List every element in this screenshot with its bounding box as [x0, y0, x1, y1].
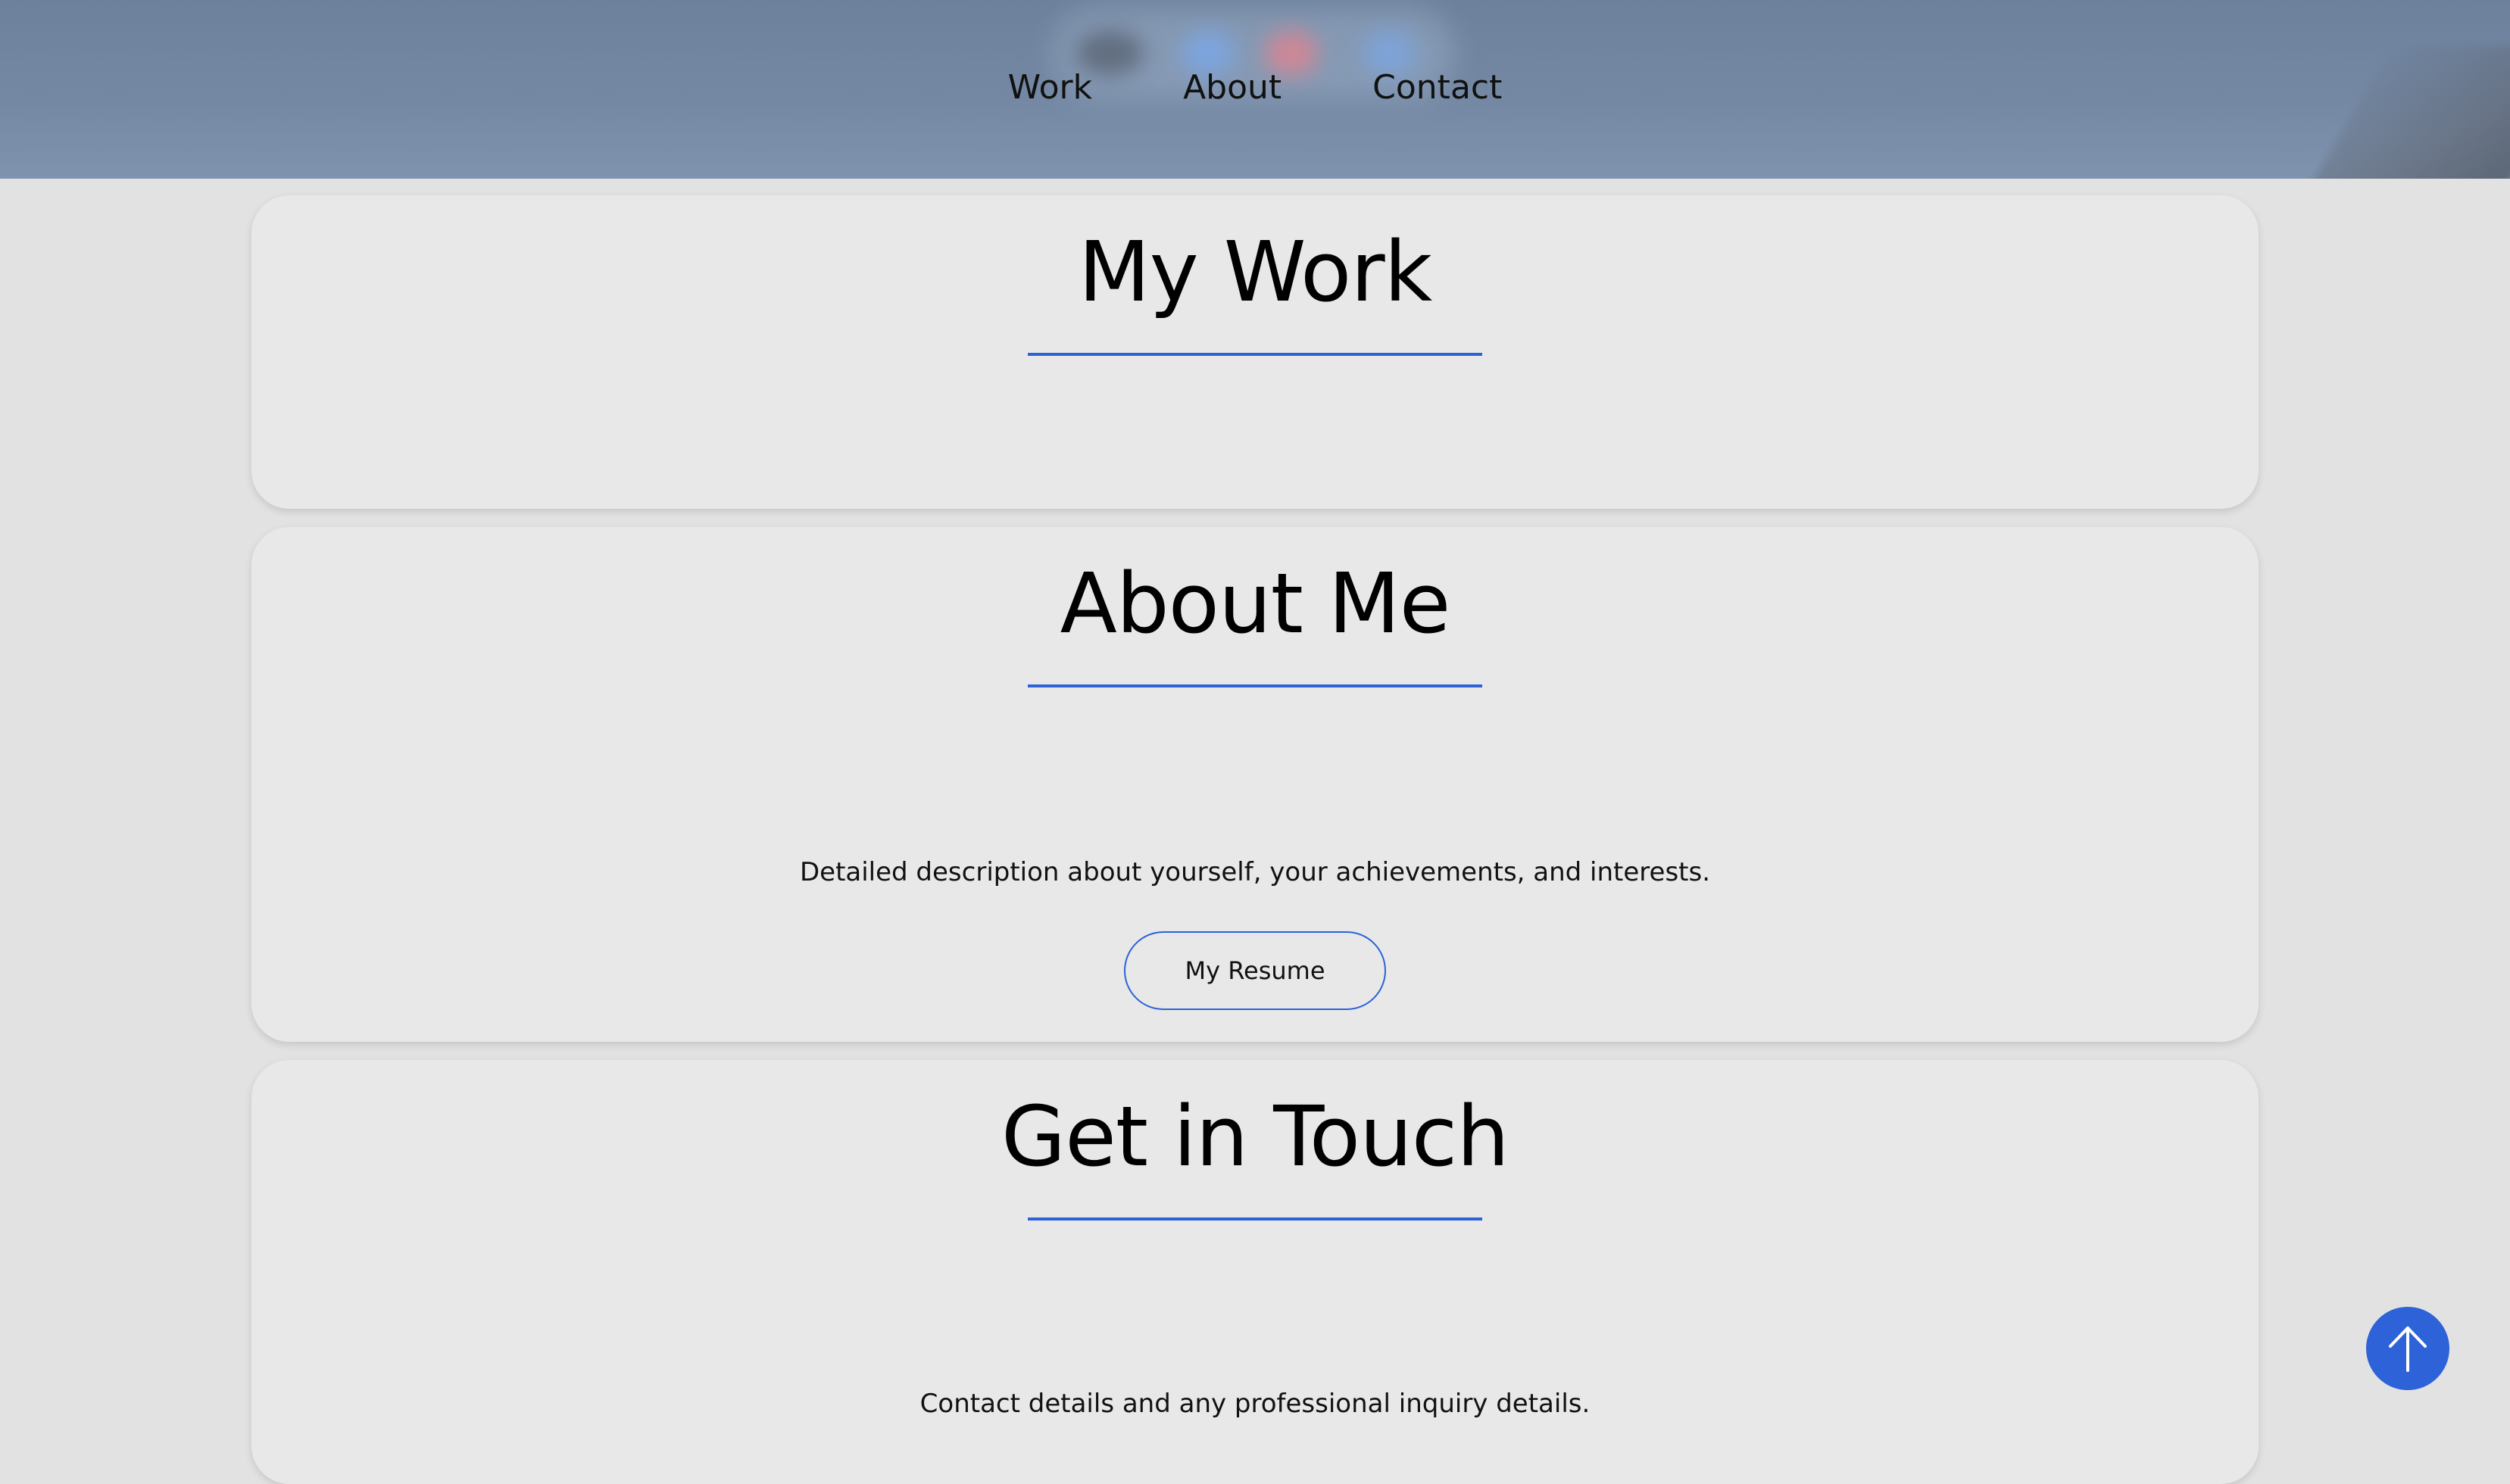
- work-section-title: My Work: [1078, 223, 1433, 320]
- contact-title-underline: [1028, 1217, 1482, 1221]
- site-header: Work About Contact: [0, 0, 2510, 179]
- nav-link-contact[interactable]: Contact: [1372, 65, 1502, 111]
- work-section: My Work: [251, 195, 2259, 509]
- main-nav: Work About Contact: [0, 65, 2510, 111]
- about-title-underline: [1028, 684, 1482, 687]
- nav-link-about[interactable]: About: [1183, 65, 1282, 111]
- back-to-top-button[interactable]: [2366, 1307, 2449, 1390]
- nav-link-work[interactable]: Work: [1008, 65, 1092, 111]
- work-title-underline: [1028, 353, 1482, 356]
- contact-section: Get in Touch Contact details and any pro…: [251, 1060, 2259, 1484]
- about-section-title: About Me: [1060, 555, 1451, 652]
- contact-description: Contact details and any professional inq…: [919, 1389, 1591, 1419]
- resume-button[interactable]: My Resume: [1124, 931, 1386, 1010]
- contact-section-title: Get in Touch: [1001, 1088, 1509, 1185]
- about-section: About Me Detailed description about your…: [251, 527, 2259, 1042]
- arrow-up-icon: [2389, 1327, 2427, 1372]
- about-description: Detailed description about yourself, you…: [799, 857, 1711, 887]
